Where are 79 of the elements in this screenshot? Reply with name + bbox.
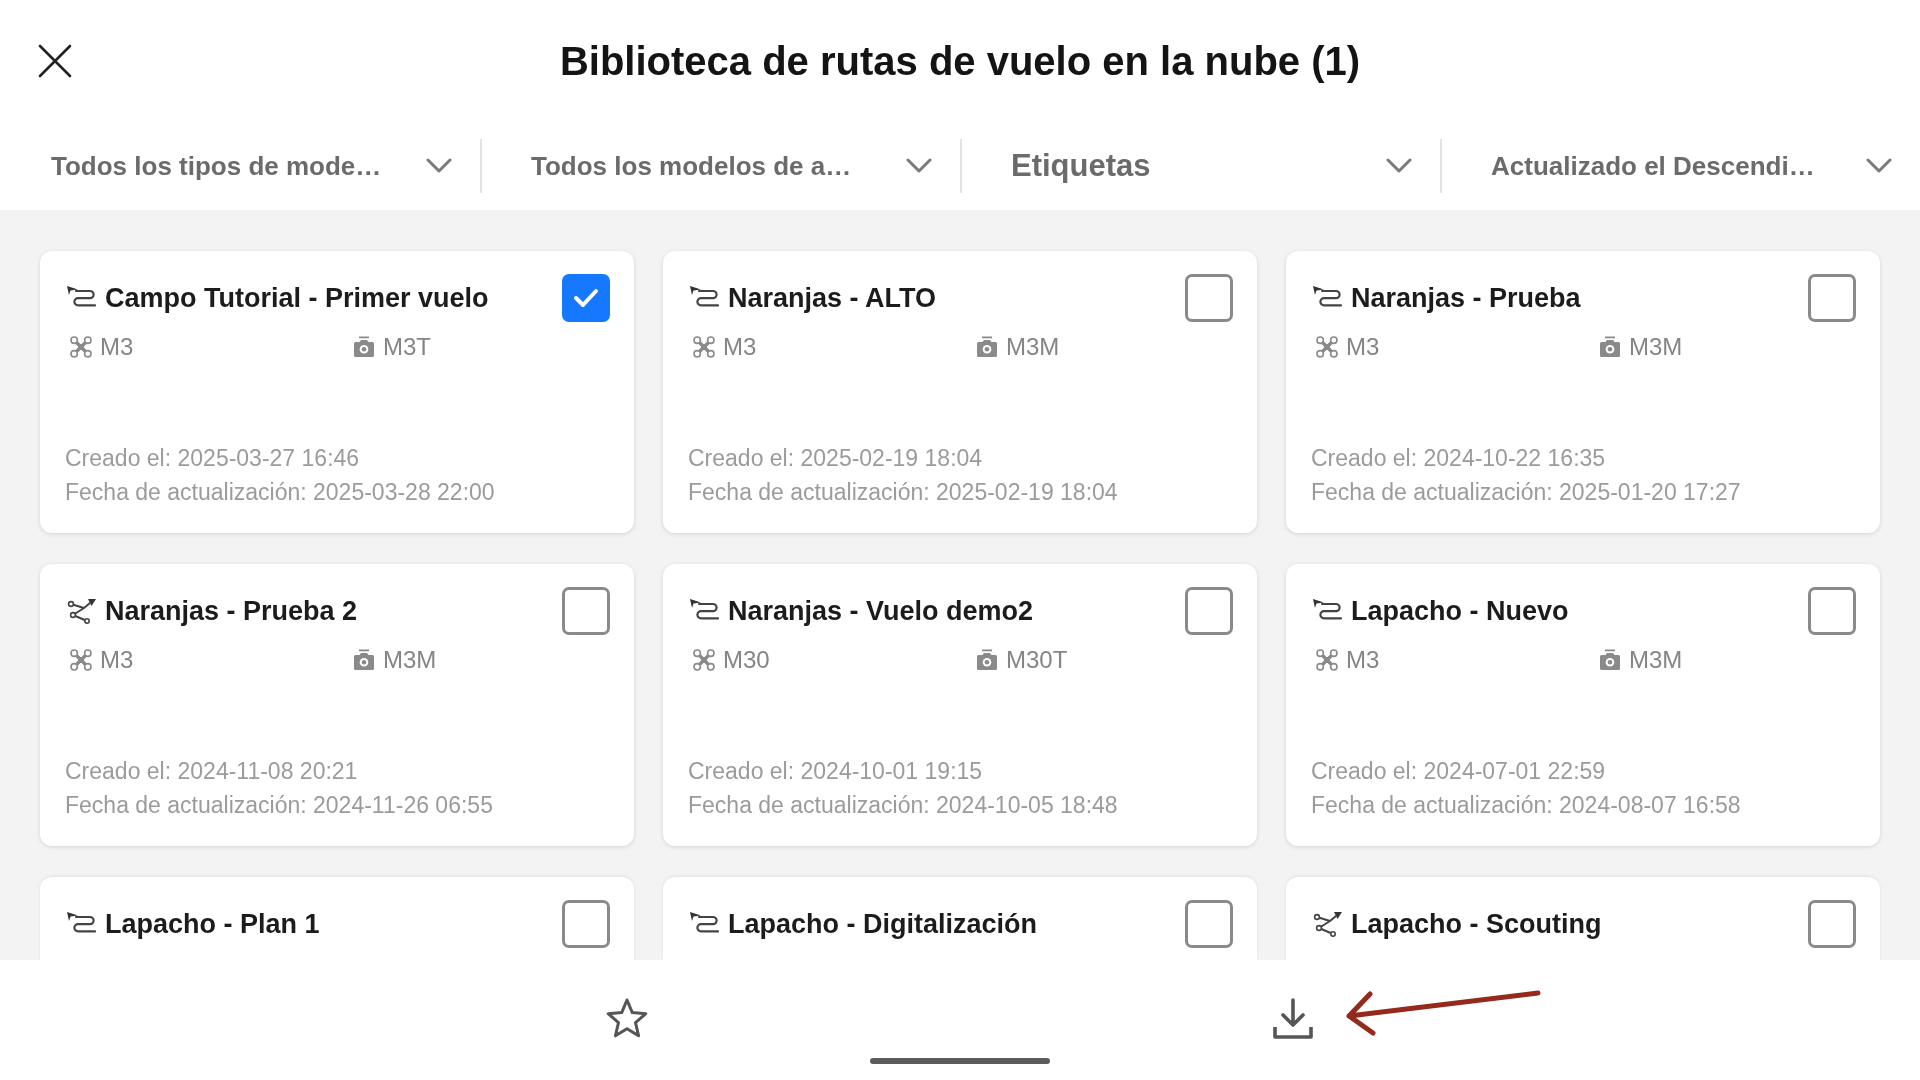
drone-icon: [1316, 336, 1338, 358]
chevron-down-icon: [906, 158, 932, 174]
route-title: Lapacho - Plan 1: [105, 908, 321, 940]
route-card[interactable]: Lapacho - Digitalización: [663, 877, 1257, 960]
route-title: Naranjas - Vuelo demo2: [728, 595, 1035, 627]
camera-icon: [353, 649, 375, 671]
updated-date: Fecha de actualización: 2025-02-19 18:04: [688, 478, 1119, 507]
checkbox[interactable]: [1185, 587, 1233, 635]
drone-icon: [70, 336, 92, 358]
checkbox[interactable]: [1808, 587, 1856, 635]
drone-icon: [693, 336, 715, 358]
download-icon: [1271, 997, 1315, 1041]
route-card[interactable]: Lapacho - Nuevo M3 M3M Creado el: 2024-07-01 22:59 Fecha de actualización: 2024-08-07 16:58: [1286, 564, 1880, 846]
close-button[interactable]: [38, 44, 72, 78]
aircraft-model: M3: [100, 645, 134, 675]
updated-date: Fecha de actualización: 2025-03-28 22:00: [65, 478, 496, 507]
route-title: Campo Tutorial - Primer vuelo: [105, 282, 490, 314]
checkbox[interactable]: [562, 587, 610, 635]
route-title: Naranjas - Prueba 2: [105, 595, 359, 627]
camera-model: M3M: [383, 645, 437, 675]
route-title: Lapacho - Digitalización: [728, 908, 1039, 940]
route-card[interactable]: Naranjas - Vuelo demo2 M30 M30T Creado el: 2024-10-01 19:15 Fecha de actualización: 2024-10-05 18:48: [663, 564, 1257, 846]
drone-icon: [70, 649, 92, 671]
camera-icon: [1599, 336, 1621, 358]
route-card[interactable]: Naranjas - Prueba M3 M3M Creado el: 2024-10-22 16:35 Fecha de actualización: 2025-01-20 17:27: [1286, 251, 1880, 533]
updated-date: Fecha de actualización: 2024-10-05 18:48: [688, 791, 1119, 820]
route-title: Lapacho - Scouting: [1351, 908, 1603, 940]
aircraft-model: M3: [723, 332, 757, 362]
checkbox[interactable]: [562, 274, 610, 322]
created-date: Creado el: 2024-11-08 20:21: [65, 757, 359, 786]
filter-dropdown[interactable]: Todos los modelos de a…: [480, 139, 960, 193]
camera-model: M3T: [383, 332, 431, 362]
checkbox[interactable]: [1808, 900, 1856, 948]
filter-dropdown[interactable]: Actualizado el Descendi…: [1440, 139, 1920, 193]
chevron-down-icon: [426, 158, 452, 174]
camera-model: M3M: [1629, 645, 1683, 675]
route-title: Lapacho - Nuevo: [1351, 595, 1570, 627]
filter-dropdown[interactable]: Todos los tipos de mode…: [0, 139, 480, 193]
drone-icon: [693, 649, 715, 671]
waypoint-path-icon: [67, 598, 97, 624]
camera-model: M3M: [1006, 332, 1060, 362]
created-date: Creado el: 2025-03-27 16:46: [65, 444, 361, 473]
route-card[interactable]: Lapacho - Plan 1: [40, 877, 634, 960]
created-date: Creado el: 2024-10-01 19:15: [688, 757, 984, 786]
camera-model: M30T: [1006, 645, 1068, 675]
route-card[interactable]: Campo Tutorial - Primer vuelo M3 M3T Creado el: 2025-03-27 16:46 Fecha de actualización: 2025-03-28 22:00: [40, 251, 634, 533]
route-title: Naranjas - Prueba: [1351, 282, 1582, 314]
chevron-down-icon: [1866, 158, 1892, 174]
checkmark-icon: [573, 288, 599, 308]
camera-icon: [353, 336, 375, 358]
checkbox[interactable]: [1185, 900, 1233, 948]
camera-icon: [1599, 649, 1621, 671]
route-card[interactable]: Lapacho - Scouting: [1286, 877, 1880, 960]
filter-dropdown[interactable]: Etiquetas: [960, 139, 1440, 193]
updated-date: Fecha de actualización: 2025-01-20 17:27: [1311, 478, 1742, 507]
route-card[interactable]: Naranjas - Prueba 2 M3 M3M Creado el: 2024-11-08 20:21 Fecha de actualización: 2024-11-26 06:55: [40, 564, 634, 846]
aircraft-model: M3: [1346, 645, 1380, 675]
chevron-down-icon: [1386, 158, 1412, 174]
created-date: Creado el: 2024-10-22 16:35: [1311, 444, 1607, 473]
route-title: Naranjas - ALTO: [728, 282, 938, 314]
camera-model: M3M: [1629, 332, 1683, 362]
drone-icon: [1316, 649, 1338, 671]
updated-date: Fecha de actualización: 2024-11-26 06:55: [65, 791, 494, 820]
checkbox[interactable]: [562, 900, 610, 948]
checkbox[interactable]: [1808, 274, 1856, 322]
window-title: Biblioteca de rutas de vuelo en la nube (1): [558, 38, 1362, 84]
download-button[interactable]: [1271, 997, 1315, 1041]
created-date: Creado el: 2024-07-01 22:59: [1311, 757, 1607, 786]
route-card[interactable]: Naranjas - ALTO M3 M3M Creado el: 2025-02-19 18:04 Fecha de actualización: 2025-02-19 18:04: [663, 251, 1257, 533]
aircraft-model: M3: [1346, 332, 1380, 362]
aircraft-model: M3: [100, 332, 134, 362]
close-icon: [38, 44, 72, 78]
checkbox[interactable]: [1185, 274, 1233, 322]
camera-icon: [976, 336, 998, 358]
created-date: Creado el: 2025-02-19 18:04: [688, 444, 984, 473]
aircraft-model: M30: [723, 645, 770, 675]
updated-date: Fecha de actualización: 2024-08-07 16:58: [1311, 791, 1742, 820]
camera-icon: [976, 649, 998, 671]
waypoint-path-icon: [1313, 911, 1343, 937]
